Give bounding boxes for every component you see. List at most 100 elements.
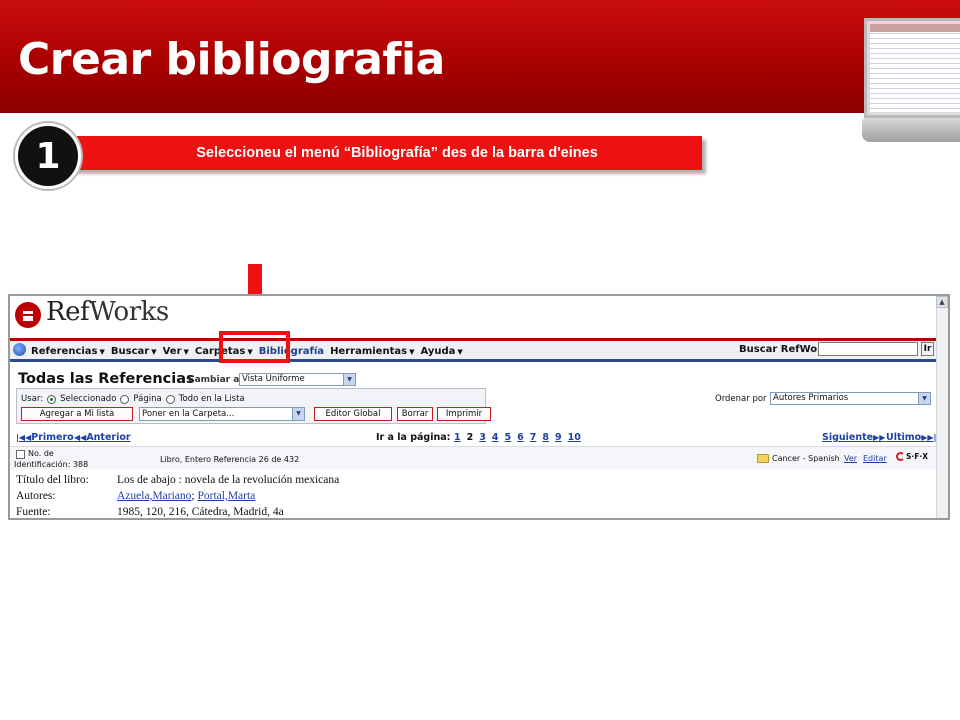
pagination-bar: |◀◀Primero ◀◀Anterior Ir a la página: 1 … [16, 432, 936, 446]
globe-icon[interactable] [13, 343, 26, 356]
menu-ayuda[interactable]: Ayuda ▼ [417, 346, 465, 357]
caret-down-icon: ▼ [183, 347, 189, 356]
menu-referencias[interactable]: Referencias ▼ [28, 346, 108, 357]
view-change-label: Cambiar a: [188, 375, 243, 385]
prev-page-icon: ◀◀ [74, 433, 87, 442]
record-type-info: Libro, Entero Referencia 26 de 432 [160, 455, 300, 464]
title-value: Los de abajo : novela de la revolución m… [117, 474, 340, 486]
view-record-link[interactable]: Ver [844, 454, 857, 463]
folder-select-value: Poner en la Carpeta... [142, 409, 235, 419]
last-page-icon: ▶▶| [921, 433, 937, 442]
next-page-label: Siguiente [822, 432, 874, 443]
next-page-link[interactable]: Siguiente▶▶ [822, 432, 885, 443]
caret-down-icon: ▼ [409, 347, 415, 356]
page-link[interactable]: 6 [517, 432, 524, 443]
folder-icon [757, 454, 769, 463]
radio-todo-lista[interactable] [165, 394, 175, 404]
first-page-link[interactable]: |◀◀Primero [16, 432, 74, 443]
search-go-button[interactable]: Ir [921, 342, 934, 356]
caret-down-icon: ▼ [99, 347, 105, 356]
record-checkbox[interactable] [16, 450, 25, 459]
menu-ver[interactable]: Ver ▼ [160, 346, 192, 357]
page-numbers: 1 2 3 4 5 6 7 8 9 10 [454, 432, 581, 443]
last-page-link[interactable]: Ultimo▶▶| [886, 432, 936, 443]
view-select-value: Vista Uniforme [242, 374, 305, 384]
page-link[interactable]: 5 [505, 432, 512, 443]
global-editor-button[interactable]: Editor Global [314, 407, 392, 421]
sfx-label: S·F·X [906, 452, 929, 461]
sort-select-value: Autores Primarios [773, 393, 849, 403]
caret-down-icon: ▼ [151, 347, 157, 356]
chevron-down-icon: ▼ [343, 374, 355, 385]
record-id-value: Identificación: 388 [14, 460, 89, 469]
record-header: No. de Identificación: 388 Libro, Entero… [10, 446, 936, 470]
refworks-logo-icon [15, 302, 41, 328]
prev-page-link[interactable]: ◀◀Anterior [74, 432, 131, 443]
page-current: 2 [466, 432, 474, 443]
record-folder: Cancer - Spanish [772, 454, 840, 463]
source-label: Fuente: [16, 506, 51, 518]
menu-label: Buscar [110, 345, 150, 357]
author-separator: ; [191, 490, 195, 502]
page-title: Todas las Referencias [18, 371, 195, 387]
menu-label: Ayuda [420, 345, 456, 357]
menu-label: Referencias [31, 345, 98, 357]
delete-button[interactable]: Borrar [397, 407, 433, 421]
author-link[interactable]: Portal,Marta [197, 490, 255, 502]
next-page-icon: ▶▶ [873, 433, 886, 442]
page-link[interactable]: 3 [479, 432, 486, 443]
first-page-icon: |◀◀ [16, 433, 32, 442]
first-page-label: Primero [31, 432, 74, 443]
author-link[interactable]: Azuela,Mariano [117, 490, 191, 502]
menu-bar: Referencias ▼ Buscar ▼ Ver ▼ Carpetas ▼ Bibl… [10, 338, 936, 362]
folder-select[interactable]: Poner en la Carpeta... ▼ [139, 407, 305, 421]
slide-header: Crear bibliografia [0, 0, 960, 113]
last-page-label: Ultimo [886, 432, 922, 443]
title-label: Título del libro: [16, 474, 89, 486]
authors-label: Autores: [16, 490, 56, 502]
menu-label: Herramientas [330, 345, 408, 357]
logo-ref-text: Ref [46, 297, 90, 327]
step-banner: Seleccioneu el menú “Bibliografía” des d… [62, 136, 702, 170]
vertical-scrollbar[interactable]: ▲ [936, 296, 948, 518]
search-input[interactable] [818, 342, 918, 356]
sort-select[interactable]: Autores Primarios ▼ [770, 392, 931, 405]
record-id-label: No. de [28, 449, 54, 458]
action-toolbox: Usar: Seleccionado Página Todo en la Lis… [16, 388, 491, 424]
goto-page-label: Ir a la página: [376, 432, 451, 443]
step-number-badge: 1 [15, 123, 81, 189]
prev-page-label: Anterior [86, 432, 131, 443]
caret-down-icon: ▼ [457, 347, 463, 356]
page-link[interactable]: 8 [542, 432, 549, 443]
page-link[interactable]: 1 [454, 432, 461, 443]
page-link[interactable]: 7 [530, 432, 537, 443]
page-link[interactable]: 10 [568, 432, 581, 443]
chevron-down-icon: ▼ [918, 393, 930, 404]
source-value: 1985, 120, 216, Cátedra, Madrid, 4a [117, 506, 284, 518]
sfx-ring-icon [896, 452, 905, 461]
view-select[interactable]: Vista Uniforme ▼ [239, 373, 356, 386]
page-link[interactable]: 4 [492, 432, 499, 443]
edit-record-link[interactable]: Editar [863, 454, 887, 463]
sfx-icon[interactable]: S·F·X [896, 452, 928, 463]
menu-buscar[interactable]: Buscar ▼ [108, 346, 160, 357]
logo-works-text: Works [89, 297, 169, 327]
authors-value: Azuela,Mariano; Portal,Marta [117, 490, 255, 502]
scroll-up-icon[interactable]: ▲ [936, 296, 948, 308]
radio-label: Seleccionado [60, 394, 117, 404]
add-to-list-button[interactable]: Agregar a Mi lista [21, 407, 133, 421]
refworks-logo: RefWorks [46, 297, 169, 327]
sort-label: Ordenar por [715, 394, 767, 404]
laptop-thumbnail-icon [860, 14, 960, 144]
menu-herramientas[interactable]: Herramientas ▼ [327, 346, 417, 357]
radio-seleccionado[interactable] [47, 394, 57, 404]
usar-label: Usar: [21, 394, 44, 404]
page-link[interactable]: 9 [555, 432, 562, 443]
radio-label: Todo en la Lista [178, 394, 245, 404]
bibliografia-highlight [219, 331, 290, 363]
slide-title: Crear bibliografia [18, 34, 445, 85]
radio-label: Página [133, 394, 162, 404]
refworks-screenshot: ▲ RefWorks Referencias ▼ Buscar ▼ Ver ▼ Car… [8, 294, 950, 520]
print-button[interactable]: Imprimir [437, 407, 491, 421]
radio-pagina[interactable] [120, 394, 130, 404]
